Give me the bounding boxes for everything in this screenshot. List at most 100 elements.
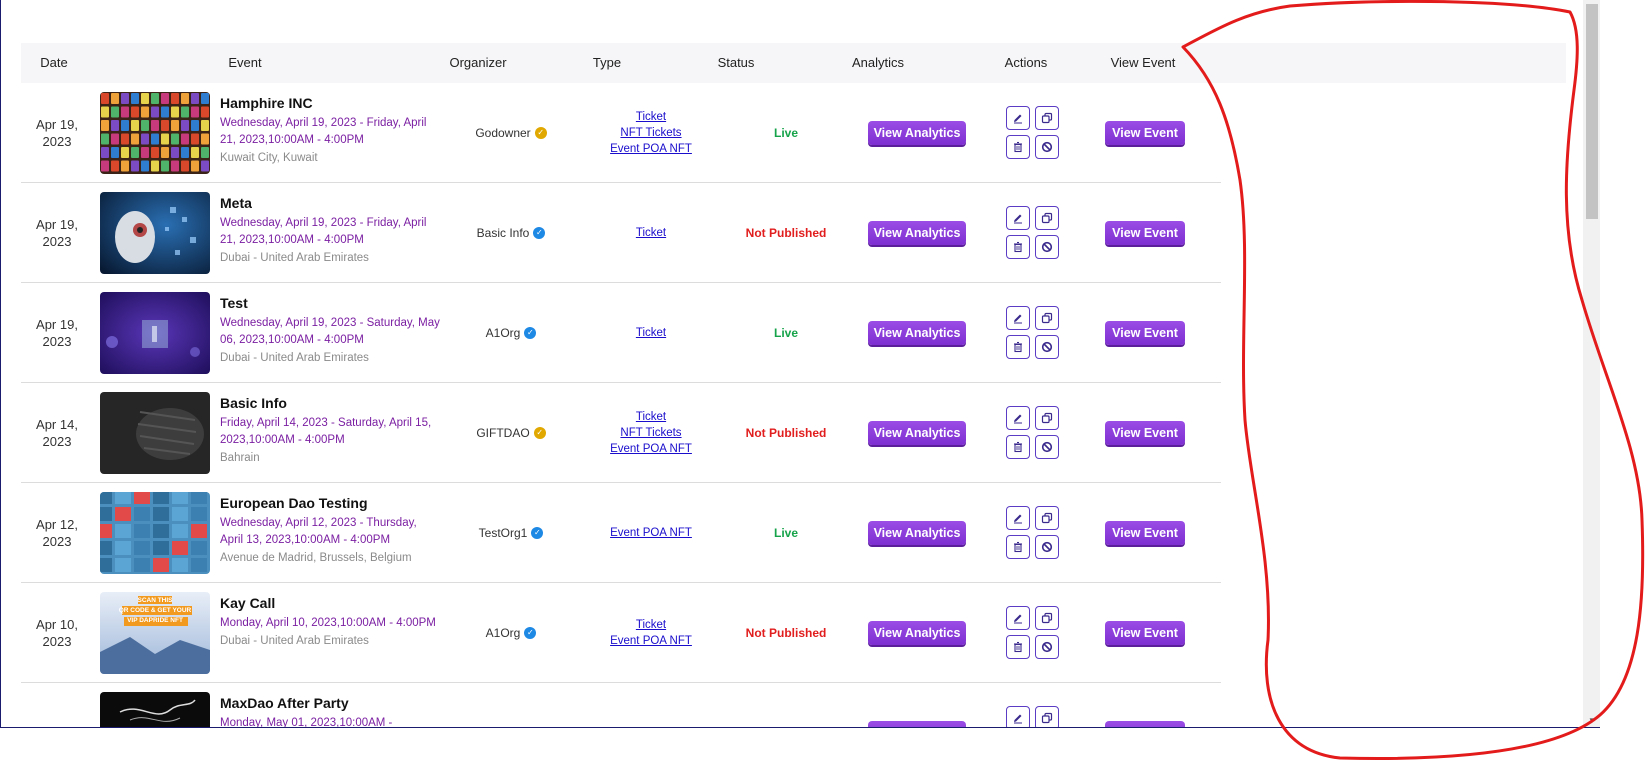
disable-icon[interactable]	[1035, 635, 1059, 659]
view-event-button[interactable]: View Event	[1105, 121, 1185, 145]
duplicate-icon[interactable]	[1035, 706, 1059, 727]
edit-icon[interactable]	[1006, 306, 1030, 330]
table-row: Apr 12, 2023 European Dao Testing Wednesda…	[21, 483, 1221, 583]
type-link[interactable]: Event POA NFT	[610, 441, 692, 457]
duplicate-icon[interactable]	[1035, 306, 1059, 330]
event-info: European Dao Testing Wednesday, April 12,…	[220, 483, 440, 564]
type-link[interactable]: Event POA NFT	[610, 141, 692, 157]
event-date: May 1	[21, 683, 93, 728]
view-event-button[interactable]: View Event	[1105, 721, 1185, 727]
edit-icon[interactable]	[1006, 506, 1030, 530]
duplicate-icon[interactable]	[1035, 206, 1059, 230]
view-analytics-button[interactable]: View Analytics	[868, 321, 966, 345]
row-actions	[1006, 306, 1066, 362]
event-thumbnail[interactable]	[100, 192, 210, 274]
event-thumbnail[interactable]	[100, 92, 210, 174]
disable-icon[interactable]	[1035, 535, 1059, 559]
events-table: Date Event Organizer Type Status Analyti…	[1, 0, 1583, 728]
view-analytics-button[interactable]: View Analytics	[868, 421, 966, 445]
event-thumbnail[interactable]: SCAN THIS QR CODE & GET YOUR VIP DAPRIDE N…	[100, 592, 210, 674]
delete-icon[interactable]	[1006, 435, 1030, 459]
disable-icon[interactable]	[1035, 235, 1059, 259]
scroll-down-arrow-icon[interactable]: ▼	[1586, 716, 1598, 726]
type-link[interactable]: Event POA NFT	[610, 633, 692, 649]
row-actions	[1006, 706, 1066, 727]
duplicate-icon[interactable]	[1035, 506, 1059, 530]
view-analytics-button[interactable]: View Analytics	[868, 621, 966, 645]
edit-icon[interactable]	[1006, 606, 1030, 630]
type-link[interactable]: Event POA NFT	[610, 525, 692, 541]
type-link[interactable]: Ticket	[636, 617, 666, 633]
status-badge: Not Published	[745, 626, 827, 640]
organizer: TestOrg1 ✓	[441, 483, 581, 583]
delete-icon[interactable]	[1006, 335, 1030, 359]
edit-icon[interactable]	[1006, 106, 1030, 130]
edit-icon[interactable]	[1006, 206, 1030, 230]
event-title[interactable]: Basic Info	[220, 395, 440, 411]
row-actions	[1006, 106, 1066, 162]
event-types: Ticket NFT Tickets Event POA NFT	[576, 383, 726, 483]
event-types: Ticket	[576, 183, 726, 283]
duplicate-icon[interactable]	[1035, 106, 1059, 130]
disable-icon[interactable]	[1035, 435, 1059, 459]
view-analytics-button[interactable]: View Analytics	[868, 121, 966, 145]
event-title[interactable]: Hamphire INC	[220, 95, 440, 111]
type-link[interactable]: Ticket	[636, 409, 666, 425]
organizer-name: A1Org	[485, 326, 521, 340]
event-dates: Wednesday, April 19, 2023 - Saturday, Ma…	[220, 317, 440, 346]
event-title[interactable]: Meta	[220, 195, 440, 211]
delete-icon[interactable]	[1006, 235, 1030, 259]
event-title[interactable]: MaxDao After Party	[220, 695, 440, 711]
view-event-button[interactable]: View Event	[1105, 321, 1185, 345]
event-location: Kuwait City, Kuwait	[220, 152, 318, 164]
event-info: Basic Info Friday, April 14, 2023 - Satur…	[220, 383, 440, 464]
event-types: Ticket	[576, 283, 726, 383]
type-link[interactable]: Ticket	[636, 225, 666, 241]
type-link[interactable]: Ticket	[636, 325, 666, 341]
vertical-scrollbar[interactable]: ▼	[1583, 0, 1600, 727]
event-thumbnail[interactable]	[100, 292, 210, 374]
verified-badge-icon: ✓	[524, 327, 537, 339]
status-badge	[711, 683, 861, 727]
event-dates: Friday, April 14, 2023 - Saturday, April…	[220, 417, 432, 446]
event-thumbnail[interactable]	[100, 392, 210, 474]
view-event-button[interactable]: View Event	[1105, 221, 1185, 245]
event-title[interactable]: Test	[220, 295, 440, 311]
event-thumbnail[interactable]	[100, 492, 210, 574]
event-types: Ticket NFT Tickets Event POA NFT	[576, 83, 726, 183]
thumb-text-line: SCAN THIS	[137, 597, 173, 604]
header-actions: Actions	[1004, 55, 1048, 70]
disable-icon[interactable]	[1035, 335, 1059, 359]
event-title[interactable]: Kay Call	[220, 595, 440, 611]
delete-icon[interactable]	[1006, 535, 1030, 559]
view-analytics-button[interactable]: View Analytics	[868, 221, 966, 245]
view-event-button[interactable]: View Event	[1105, 521, 1185, 545]
edit-icon[interactable]	[1006, 406, 1030, 430]
disable-icon[interactable]	[1035, 135, 1059, 159]
scrollbar-thumb[interactable]	[1586, 4, 1598, 219]
duplicate-icon[interactable]	[1035, 606, 1059, 630]
organizer: A1Org ✓	[441, 283, 581, 383]
type-link[interactable]: Ticket	[636, 109, 666, 125]
organizer: A1Org ✓	[441, 583, 581, 683]
type-link[interactable]: NFT Tickets	[620, 125, 681, 141]
view-analytics-button[interactable]: View Analytics	[868, 721, 966, 727]
table-row: Apr 19, 2023 Hamphire INC Wednesday, April…	[21, 83, 1221, 183]
event-thumbnail[interactable]	[100, 692, 210, 727]
browser-frame: Date Event Organizer Type Status Analyti…	[0, 0, 1600, 728]
organizer-name: Godowner	[475, 126, 531, 140]
delete-icon[interactable]	[1006, 635, 1030, 659]
event-date-text: Apr 12, 2023	[36, 517, 78, 549]
header-type: Type	[592, 55, 622, 70]
view-event-button[interactable]: View Event	[1105, 621, 1185, 645]
type-link[interactable]: NFT Tickets	[620, 425, 681, 441]
duplicate-icon[interactable]	[1035, 406, 1059, 430]
verified-badge-icon: ✓	[533, 227, 546, 239]
event-date: Apr 19, 2023	[21, 183, 93, 283]
view-event-button[interactable]: View Event	[1105, 421, 1185, 445]
view-analytics-button[interactable]: View Analytics	[868, 521, 966, 545]
delete-icon[interactable]	[1006, 135, 1030, 159]
event-title[interactable]: European Dao Testing	[220, 495, 440, 511]
edit-icon[interactable]	[1006, 706, 1030, 727]
verified-badge-icon: ✓	[531, 527, 544, 539]
